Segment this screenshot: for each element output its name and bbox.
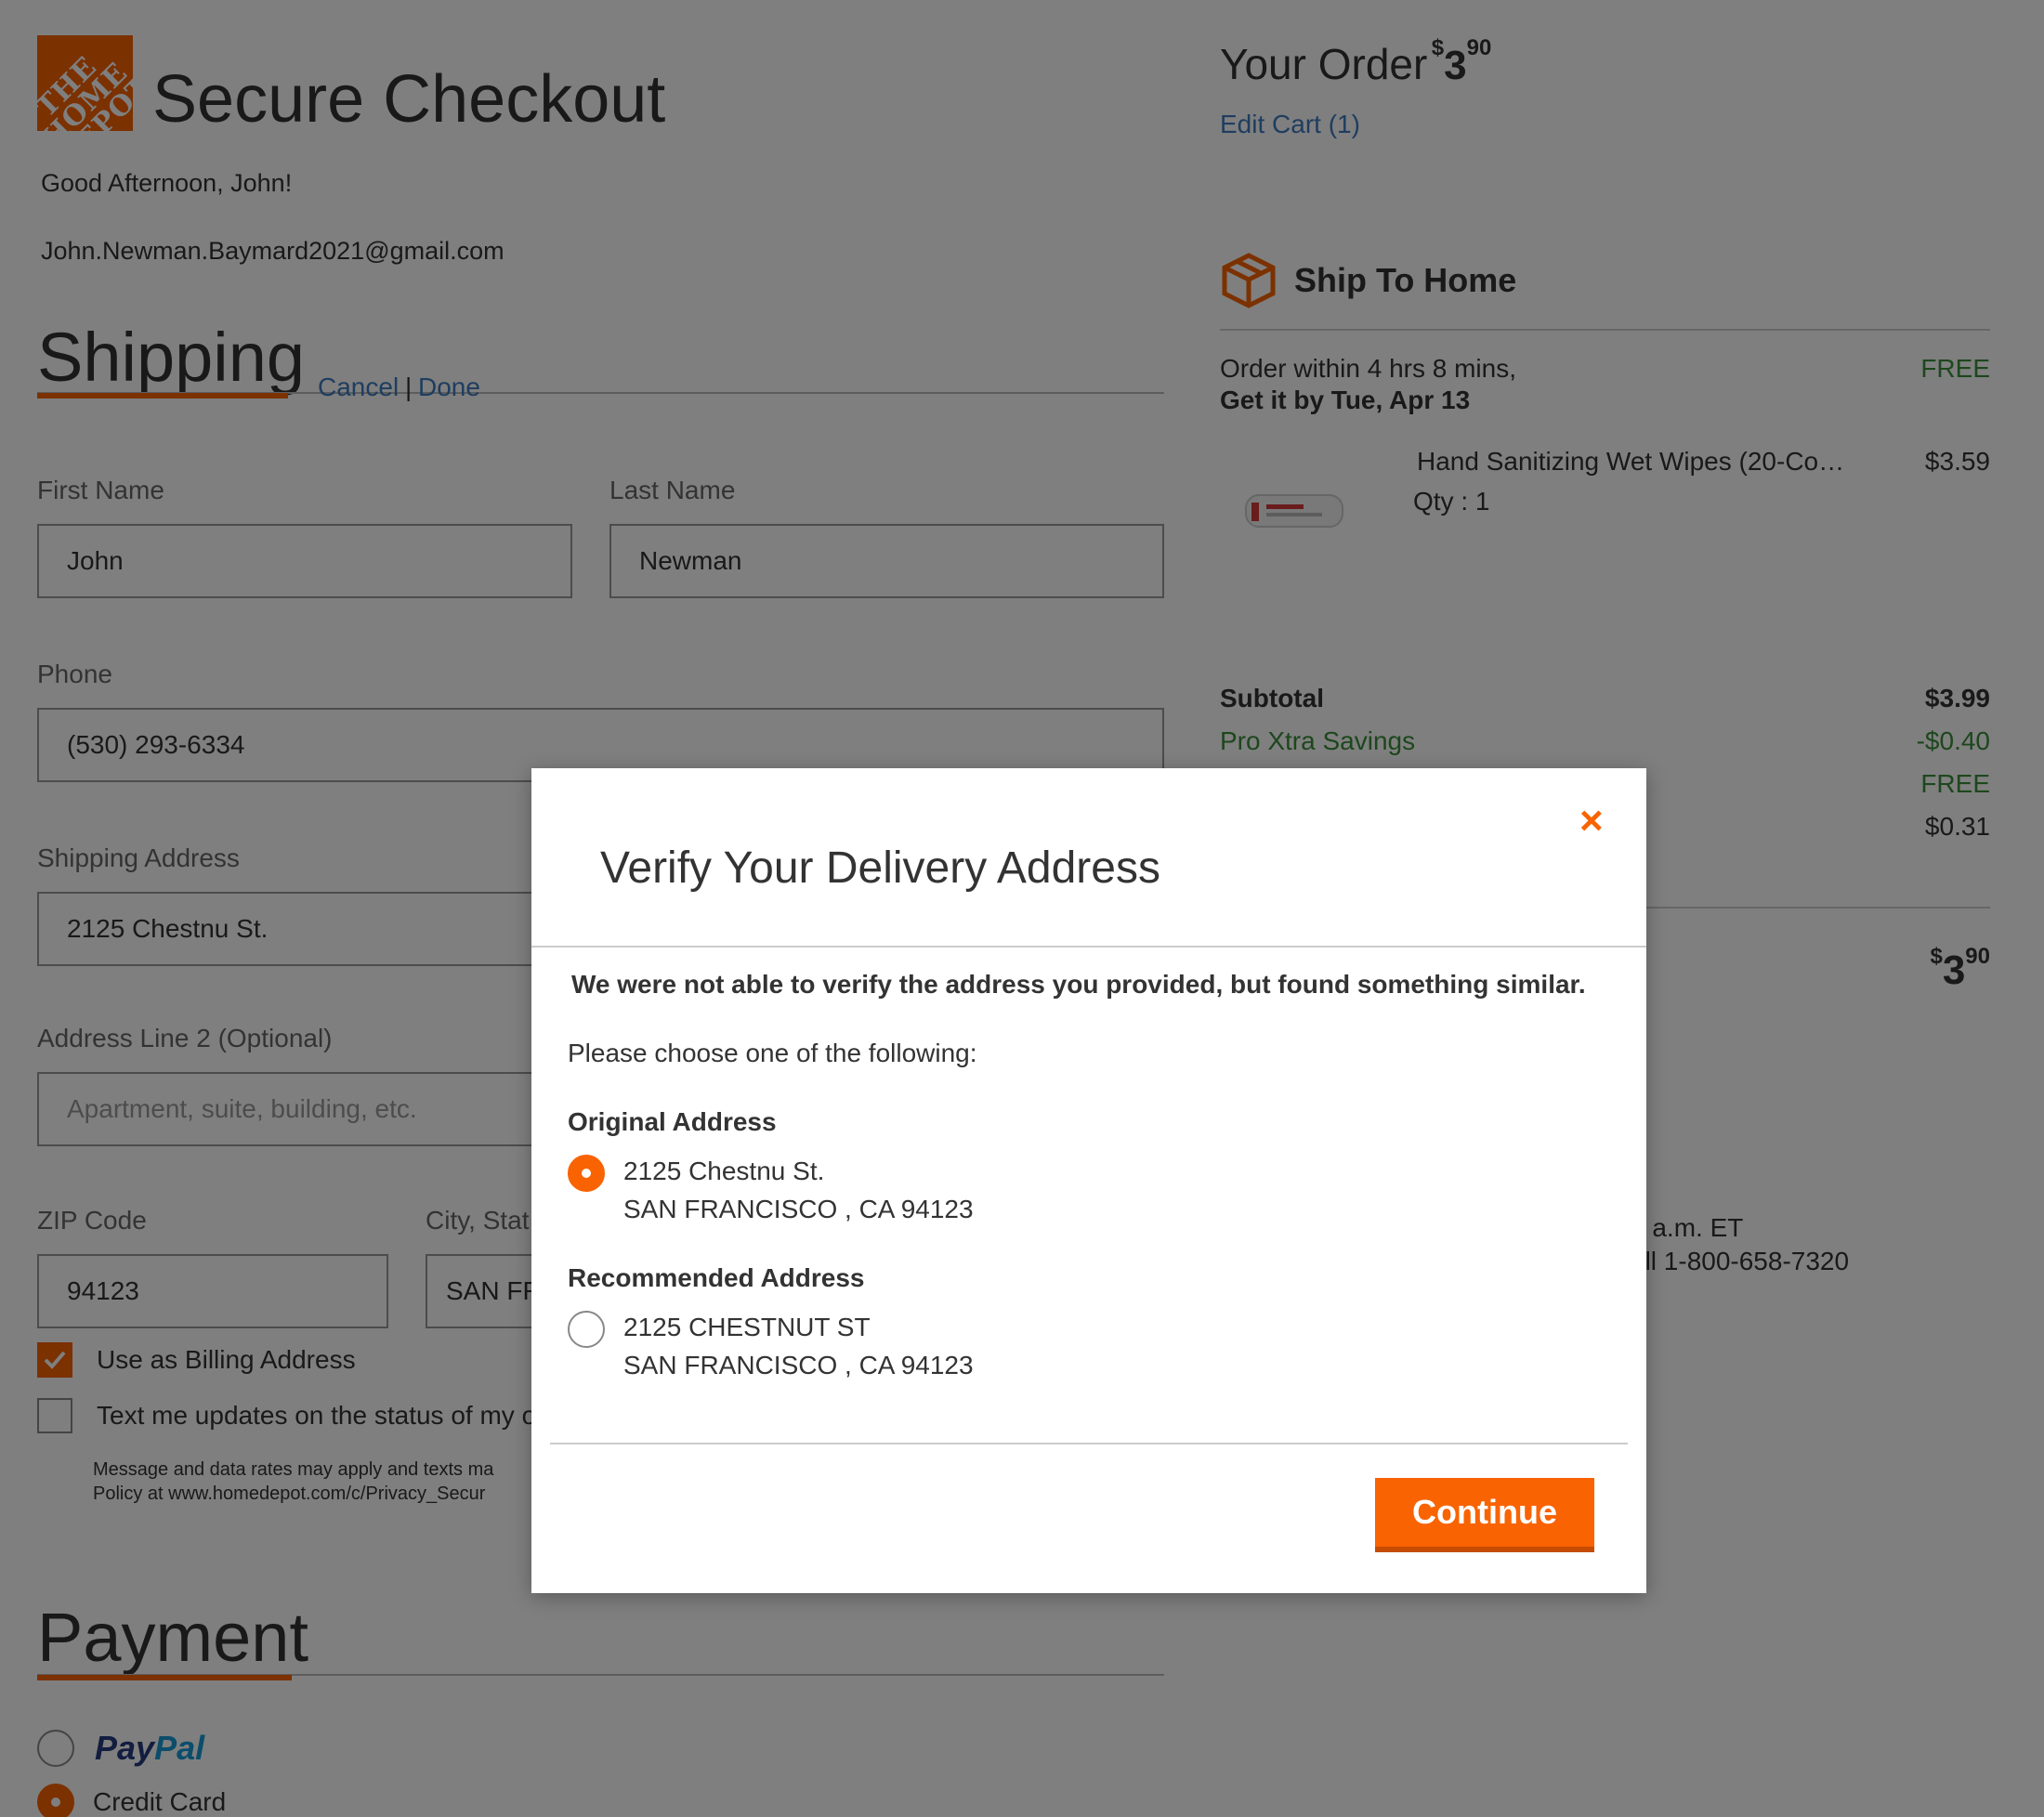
original-address-line2: SAN FRANCISCO , CA 94123 <box>623 1195 974 1223</box>
original-address-heading: Original Address <box>568 1107 777 1136</box>
original-address-radio[interactable] <box>568 1155 605 1192</box>
modal-header-divider <box>531 946 1646 948</box>
recommended-address-radio[interactable] <box>568 1311 605 1348</box>
modal-title: Verify Your Delivery Address <box>600 843 1160 893</box>
modal-instruction: Please choose one of the following: <box>568 1039 977 1067</box>
verify-address-modal: × Verify Your Delivery Address We were n… <box>531 768 1646 1593</box>
modal-message: We were not able to verify the address y… <box>571 970 1586 999</box>
recommended-address-line1: 2125 CHESTNUT ST <box>623 1313 871 1341</box>
close-icon[interactable]: × <box>1579 798 1604 844</box>
original-address-line1: 2125 Chestnu St. <box>623 1157 825 1185</box>
recommended-address-line2: SAN FRANCISCO , CA 94123 <box>623 1351 974 1379</box>
continue-button[interactable]: Continue <box>1375 1478 1594 1552</box>
modal-footer-divider <box>550 1443 1628 1444</box>
recommended-address-heading: Recommended Address <box>568 1263 865 1292</box>
